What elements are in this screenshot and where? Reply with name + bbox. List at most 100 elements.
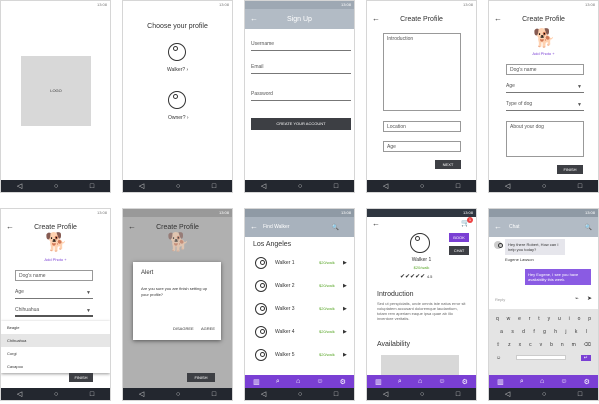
home-button[interactable]: ○ — [176, 183, 180, 190]
recent-button[interactable]: □ — [456, 391, 460, 398]
book-button[interactable]: BOOK — [449, 233, 469, 242]
home-button[interactable]: ○ — [54, 183, 58, 190]
recent-button[interactable]: □ — [90, 183, 94, 190]
walker-row[interactable]: Walker 4 $20/walk ▶ — [255, 326, 350, 341]
breed-option-selected[interactable]: Chihuahua — [1, 334, 110, 347]
walker-option[interactable]: Walker? › — [167, 67, 188, 73]
add-photo-link[interactable]: Add Photo + — [489, 51, 598, 56]
key[interactable]: f — [533, 329, 534, 335]
owner-option[interactable]: Owner? › — [168, 115, 189, 121]
home-button[interactable]: ○ — [54, 391, 58, 398]
home-icon[interactable]: ⌂ — [418, 378, 422, 385]
back-arrow-icon[interactable]: ← — [6, 217, 14, 237]
home-button[interactable]: ○ — [298, 391, 302, 398]
key[interactable]: q — [496, 316, 499, 322]
key[interactable]: t — [538, 316, 539, 322]
profile-icon[interactable]: ☺ — [438, 378, 445, 385]
key[interactable]: j — [565, 329, 566, 335]
key[interactable]: r — [529, 316, 531, 322]
age-input[interactable]: Age — [383, 141, 461, 152]
age-select[interactable]: Age ▼ — [15, 289, 93, 299]
backspace-key-icon[interactable]: ⌫ — [584, 342, 591, 348]
home-button[interactable]: ○ — [542, 183, 546, 190]
home-icon[interactable]: ⌂ — [296, 378, 300, 385]
key[interactable]: y — [548, 316, 551, 322]
dog-type-select[interactable]: Type of dog ▼ — [506, 101, 584, 111]
recent-button[interactable]: □ — [212, 391, 216, 398]
back-button[interactable]: ◁ — [139, 183, 144, 190]
recent-button[interactable]: □ — [90, 391, 94, 398]
key[interactable]: i — [569, 316, 570, 322]
key[interactable]: o — [578, 316, 581, 322]
about-dog-textarea[interactable]: About your dog — [506, 121, 584, 157]
location-input[interactable]: Location — [383, 121, 461, 132]
owner-avatar-icon[interactable] — [168, 91, 186, 109]
profile-icon[interactable]: ☺ — [316, 378, 323, 385]
back-button[interactable]: ◁ — [139, 391, 144, 398]
key[interactable]: s — [511, 329, 514, 335]
key[interactable]: v — [540, 342, 543, 348]
reply-input[interactable]: Reply — [495, 297, 575, 302]
key[interactable]: u — [558, 316, 561, 322]
disagree-button[interactable]: DISAGREE — [173, 326, 194, 331]
recent-button[interactable]: □ — [578, 183, 582, 190]
back-button[interactable]: ◁ — [261, 183, 266, 190]
play-arrow-icon[interactable]: ▶ — [343, 352, 347, 358]
key[interactable]: b — [550, 342, 553, 348]
email-field[interactable]: Email — [251, 64, 351, 74]
profile-icon[interactable]: ☺ — [560, 378, 567, 385]
recent-button[interactable]: □ — [334, 391, 338, 398]
play-arrow-icon[interactable]: ▶ — [343, 306, 347, 312]
settings-icon[interactable]: ⚙ — [340, 378, 346, 386]
search-icon[interactable]: 🔍 — [332, 224, 339, 231]
breed-option[interactable]: Corgi — [1, 347, 110, 360]
attach-icon[interactable]: ⌁ — [575, 295, 579, 302]
back-arrow-icon[interactable]: ← — [372, 9, 380, 29]
play-arrow-icon[interactable]: ▶ — [343, 283, 347, 289]
key[interactable]: n — [561, 342, 564, 348]
back-arrow-icon[interactable]: ← — [494, 9, 502, 29]
key[interactable]: p — [588, 316, 591, 322]
settings-icon[interactable]: ⚙ — [462, 378, 468, 386]
back-arrow-icon[interactable]: ← — [372, 219, 380, 228]
key[interactable]: w — [507, 316, 511, 322]
key[interactable]: d — [522, 329, 525, 335]
recent-button[interactable]: □ — [578, 391, 582, 398]
introduction-textarea[interactable]: Introduction — [383, 33, 461, 111]
home-button[interactable]: ○ — [420, 183, 424, 190]
back-button[interactable]: ◁ — [17, 391, 22, 398]
back-arrow-icon[interactable]: ← — [128, 217, 136, 237]
recent-button[interactable]: □ — [456, 183, 460, 190]
home-icon[interactable]: ⌂ — [540, 378, 544, 385]
walker-row[interactable]: Walker 1 $20/walk ▶ — [255, 257, 350, 272]
back-button[interactable]: ◁ — [261, 391, 266, 398]
walker-row[interactable]: Walker 2 $20/walk ▶ — [255, 280, 350, 295]
recent-button[interactable]: □ — [212, 183, 216, 190]
key[interactable]: x — [519, 342, 522, 348]
back-button[interactable]: ◁ — [17, 183, 22, 190]
home-button[interactable]: ○ — [542, 391, 546, 398]
settings-icon[interactable]: ⚙ — [584, 378, 590, 386]
back-arrow-icon[interactable]: ← — [250, 217, 258, 237]
key[interactable]: g — [543, 329, 546, 335]
breed-option[interactable]: Beagle — [1, 321, 110, 334]
finish-button[interactable]: FINISH — [69, 373, 93, 382]
map-icon[interactable]: ▥ — [497, 378, 504, 386]
add-photo-link[interactable]: Add Photo + — [1, 257, 110, 262]
back-arrow-icon[interactable]: ← — [250, 9, 258, 29]
space-bar[interactable] — [515, 355, 566, 360]
next-button[interactable]: NEXT — [435, 160, 461, 169]
back-arrow-icon[interactable]: ← — [494, 217, 502, 237]
search-icon[interactable]: ⌕ — [520, 378, 524, 386]
send-icon[interactable]: ➤ — [587, 295, 592, 302]
key[interactable]: m — [572, 342, 576, 348]
password-field[interactable]: Password — [251, 91, 351, 101]
agree-button[interactable]: AGREE — [201, 326, 215, 331]
back-button[interactable]: ◁ — [505, 391, 510, 398]
emoji-key-icon[interactable]: ☺ — [496, 355, 501, 361]
map-icon[interactable]: ▥ — [253, 378, 260, 386]
back-button[interactable]: ◁ — [383, 183, 388, 190]
key[interactable]: z — [508, 342, 511, 348]
play-arrow-icon[interactable]: ▶ — [343, 329, 347, 335]
play-arrow-icon[interactable]: ▶ — [343, 260, 347, 266]
